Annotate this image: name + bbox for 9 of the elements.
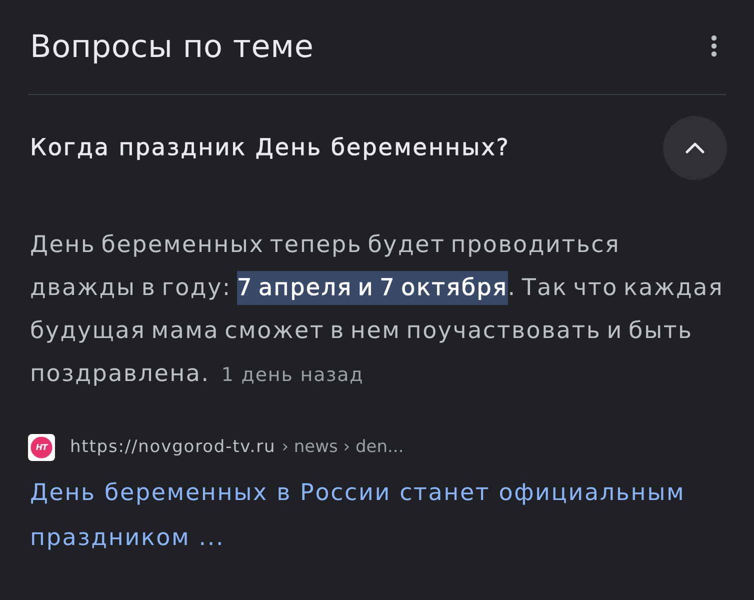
question-text[interactable]: Когда праздник День беременных? [30,135,510,161]
site-logo[interactable]: НТ [28,434,55,460]
chevron-icon [685,142,705,154]
site-url[interactable]: https://novgorod-tv.ru [70,437,276,457]
answer-snippet: День беременных теперь будет проводиться дважды в году: 7 апреля и 7 октября. Так что каждая будущая мама сможет в нем поучаствовать и быть поздравлена. 1 день назад [29,231,725,389]
section-title: Вопросы по теме [30,29,314,65]
breadcrumb-path[interactable]: › news › den... [282,437,404,457]
result-title-link[interactable]: День беременных в России станет официальным праздником ... [30,471,738,561]
more-options-icon[interactable] [711,35,717,57]
